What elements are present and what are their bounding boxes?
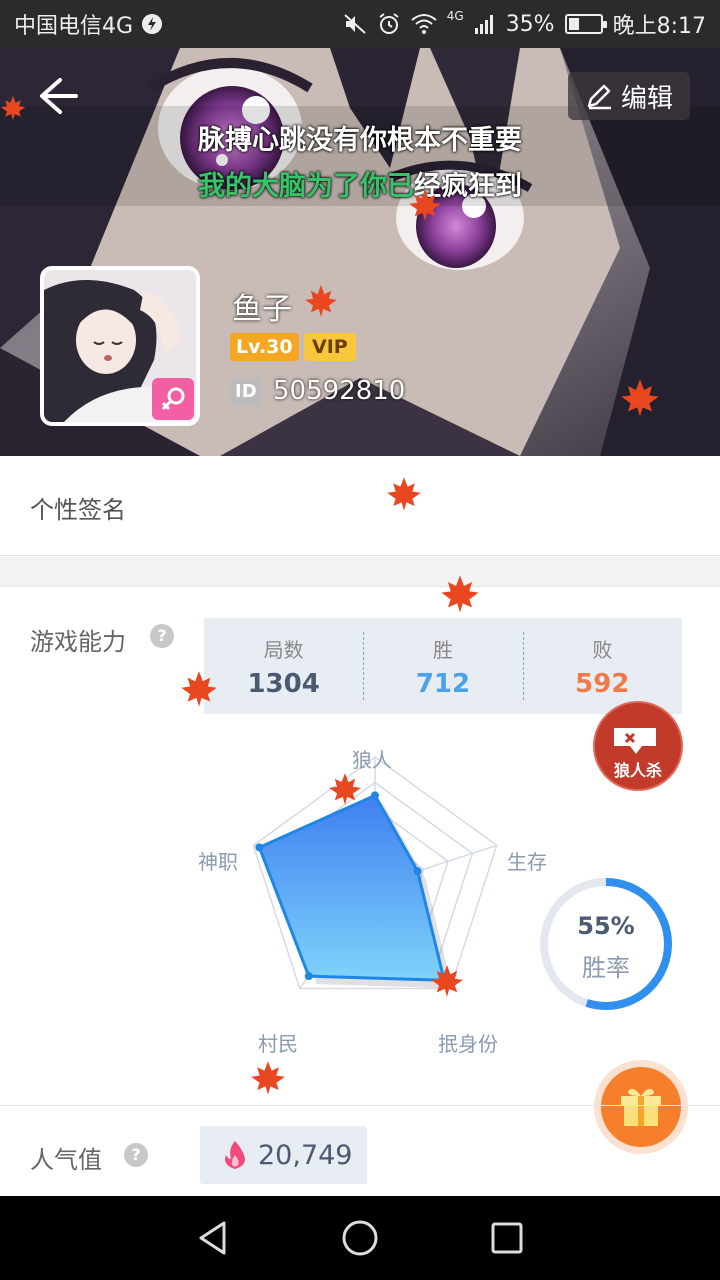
radar-label-villager: 村民 [258, 1032, 298, 1056]
wifi-icon [411, 14, 437, 34]
gift-button[interactable] [594, 1060, 688, 1154]
data-saver-icon [142, 14, 163, 34]
carrier-label: 中国电信4G [14, 14, 134, 39]
avatar[interactable] [40, 266, 200, 426]
nav-home-button[interactable] [330, 1208, 390, 1268]
id-tag: ID [230, 378, 262, 406]
stat-value: 1304 [247, 669, 320, 699]
user-id: 50592810 [273, 376, 406, 406]
flame-icon [225, 1141, 245, 1169]
arrow-left-icon [40, 78, 78, 114]
maple-leaf-icon [305, 285, 337, 317]
radar-area [257, 793, 447, 982]
win-rate-ring: 55% 胜率 [536, 874, 676, 1014]
maple-leaf-icon [251, 1061, 285, 1095]
signature-label: 个性签名 [30, 496, 126, 524]
radar-label-werewolf: 狼人 [352, 748, 392, 772]
maple-leaf-icon [409, 189, 441, 221]
female-badge [152, 378, 194, 420]
ability-radar-chart [252, 756, 498, 990]
username: 鱼子 [232, 292, 292, 327]
vip-badge: VIP [304, 333, 356, 361]
radar-label-survival: 生存 [507, 850, 547, 874]
radar-point [413, 867, 422, 876]
win-rate-label: 胜率 [582, 954, 630, 982]
maple-leaf-icon [0, 95, 26, 121]
lyric-sung-part: 我的大脑为了你已 [198, 171, 414, 202]
lyric-line-1: 脉搏心跳没有你根本不重要 [198, 125, 522, 156]
female-icon [161, 387, 185, 411]
back-button[interactable] [30, 74, 86, 118]
profile-header: 编辑 脉搏心跳没有你根本不重要 我的大脑为了你已经疯狂到 鱼子 Lv.30 VI… [0, 48, 720, 456]
alarm-icon [379, 13, 399, 34]
pencil-icon [587, 84, 611, 110]
stat-value: 712 [415, 669, 471, 699]
edit-button[interactable]: 编辑 [568, 72, 690, 120]
square-recents-icon [491, 1222, 523, 1254]
level-badge: Lv.30 [230, 333, 299, 361]
radar-point [255, 843, 264, 852]
popularity-divider [0, 1105, 720, 1106]
system-nav-bar [0, 1196, 720, 1280]
game-help-icon[interactable]: ? [150, 624, 174, 648]
svg-text:狼人杀: 狼人杀 [614, 761, 662, 780]
maple-leaf-icon [329, 773, 361, 805]
mute-icon [344, 14, 366, 34]
clock: 晚上8:17 [612, 14, 706, 39]
stat-label: 败 [592, 638, 613, 662]
battery-percent: 35% [505, 11, 555, 37]
stat-value: 592 [575, 669, 630, 699]
maple-leaf-icon [181, 671, 217, 707]
radar-label-identify: 抿身份 [438, 1032, 498, 1056]
win-rate-percent: 55% [577, 912, 635, 940]
werewolf-stamp-logo: 狼人杀 [593, 701, 683, 791]
win-rate-ring-graphic [540, 878, 672, 1010]
maple-leaf-icon [431, 965, 463, 997]
radar-label-god: 神职 [198, 850, 238, 874]
circle-home-icon [342, 1220, 378, 1256]
lyric-line-2: 我的大脑为了你已经疯狂到 [0, 164, 720, 203]
signature-row[interactable]: 个性签名 [0, 456, 720, 556]
popularity-value: 20,749 [258, 1139, 353, 1171]
maple-leaf-icon [441, 575, 479, 613]
nav-back-button[interactable] [183, 1208, 243, 1268]
stat-wins: 胜 712 [363, 618, 522, 714]
popularity-help-icon[interactable]: ? [124, 1143, 148, 1167]
game-ability-label: 游戏能力 [30, 628, 126, 656]
maple-leaf-icon [387, 477, 421, 511]
battery-icon [564, 14, 607, 34]
popularity-value-box: 20,749 [200, 1126, 367, 1184]
nav-recents-button[interactable] [477, 1208, 537, 1268]
stat-games: 局数 1304 [204, 618, 363, 714]
triangle-back-icon [199, 1221, 226, 1255]
stat-label: 局数 [263, 638, 304, 662]
gift-icon [621, 1088, 661, 1126]
stat-label: 胜 [432, 638, 453, 662]
radar-point [371, 791, 379, 800]
edit-label: 编辑 [620, 83, 673, 114]
section-divider [0, 557, 720, 587]
maple-leaf-icon [621, 379, 659, 417]
radar-point [304, 972, 313, 981]
network-type: 4G [446, 9, 464, 23]
status-bar: 中国电信4G 4G 35% 晚上8:17 [0, 0, 720, 48]
popularity-label: 人气值 [30, 1146, 102, 1174]
signal-icon [474, 15, 493, 34]
